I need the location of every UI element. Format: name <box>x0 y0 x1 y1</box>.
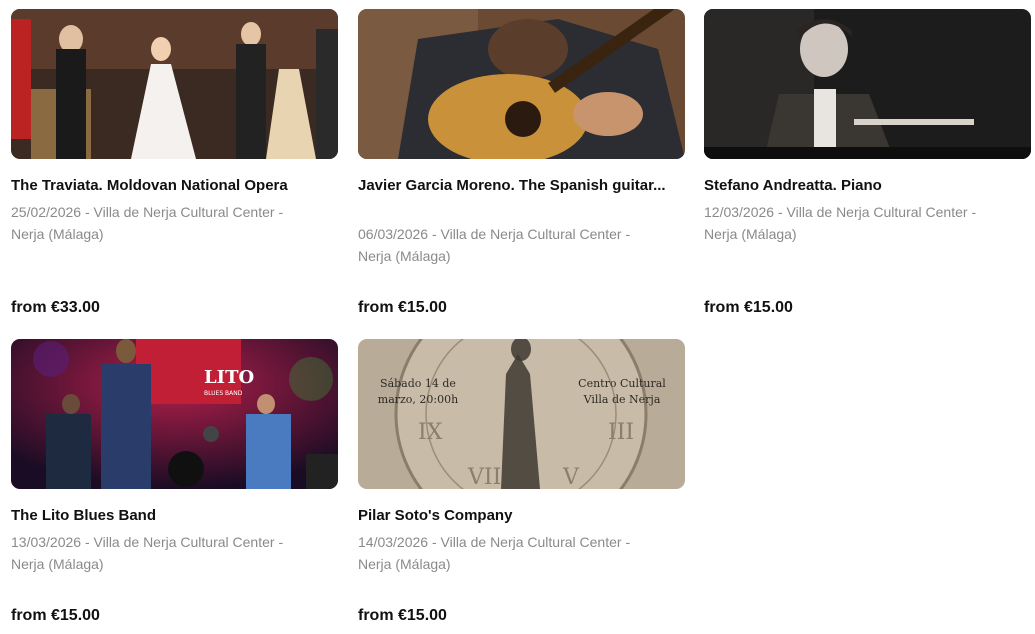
event-image-opera[interactable] <box>11 9 338 159</box>
event-card[interactable]: Stefano Andreatta. Piano 12/03/2026 - Vi… <box>704 9 1031 329</box>
event-price: from €15.00 <box>704 299 793 316</box>
event-title[interactable]: Javier Garcia Moreno. The Spanish guitar… <box>358 175 685 197</box>
event-date-venue: 12/03/2026 - Villa de Nerja Cultural Cen… <box>704 204 977 242</box>
event-image-clock-poster[interactable]: IX III VII V Sábado 14 de marzo, 20:00h … <box>358 339 685 489</box>
event-price: from €15.00 <box>358 607 447 624</box>
poster-venue-line1: Centro Cultural <box>578 377 666 390</box>
svg-text:III: III <box>608 420 634 445</box>
event-price: from €15.00 <box>11 607 100 624</box>
event-title[interactable]: Pilar Soto's Company <box>358 505 685 527</box>
event-card[interactable]: The Traviata. Moldovan National Opera 25… <box>11 9 338 329</box>
event-price: from €15.00 <box>358 299 447 316</box>
event-image-guitarist[interactable] <box>358 9 685 159</box>
event-date-venue: 25/02/2026 - Villa de Nerja Cultural Cen… <box>11 204 284 242</box>
event-card[interactable]: IX III VII V Sábado 14 de marzo, 20:00h … <box>358 339 685 634</box>
band-logo-text: LITO <box>204 367 254 388</box>
event-card[interactable]: Javier Garcia Moreno. The Spanish guitar… <box>358 9 685 329</box>
poster-date-line1: Sábado 14 de <box>380 377 456 390</box>
svg-text:VII: VII <box>467 465 501 489</box>
event-date-venue: 13/03/2026 - Villa de Nerja Cultural Cen… <box>11 534 284 572</box>
svg-text:IX: IX <box>418 420 443 445</box>
event-price: from €33.00 <box>11 299 100 316</box>
band-logo-subtext: BLUES BAND <box>204 390 243 397</box>
poster-venue-line2: Villa de Nerja <box>583 393 661 406</box>
event-image-pianist[interactable] <box>704 9 1031 159</box>
event-title[interactable]: The Traviata. Moldovan National Opera <box>11 175 338 197</box>
event-date-venue: 14/03/2026 - Villa de Nerja Cultural Cen… <box>358 534 631 572</box>
event-card[interactable]: LITO BLUES BAND The Lito Blues Band 13/0… <box>11 339 338 634</box>
poster-date-line2: marzo, 20:00h <box>378 393 458 406</box>
svg-text:V: V <box>562 465 580 489</box>
event-image-blues-band[interactable]: LITO BLUES BAND <box>11 339 338 489</box>
event-title[interactable]: The Lito Blues Band <box>11 505 338 527</box>
event-date-venue: 06/03/2026 - Villa de Nerja Cultural Cen… <box>358 226 631 264</box>
event-title[interactable]: Stefano Andreatta. Piano <box>704 175 1031 197</box>
